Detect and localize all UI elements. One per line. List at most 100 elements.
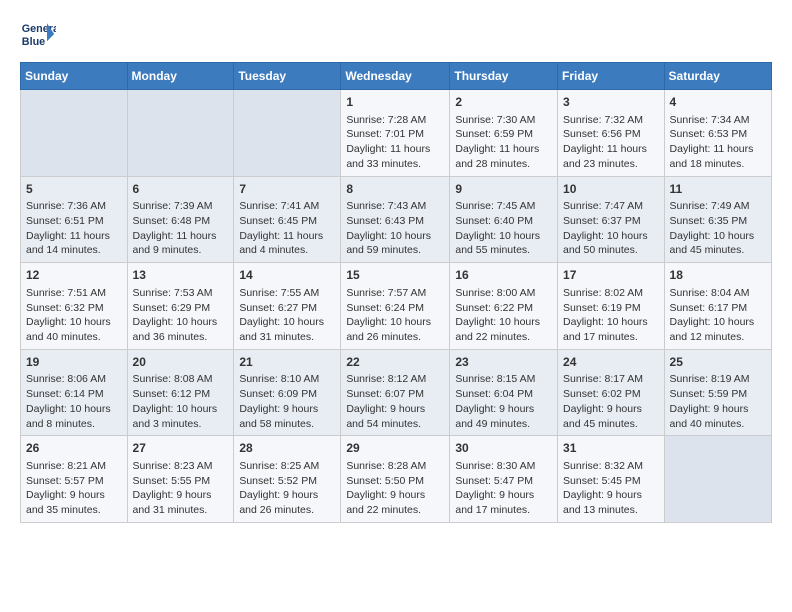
weekday-header: Tuesday (234, 63, 341, 90)
cell-text-line: Daylight: 10 hours (346, 315, 444, 330)
weekday-header: Friday (558, 63, 665, 90)
cell-text-line: Sunrise: 8:28 AM (346, 459, 444, 474)
weekday-header: Wednesday (341, 63, 450, 90)
cell-text-line: Daylight: 11 hours (133, 229, 229, 244)
cell-text-line: and 8 minutes. (26, 417, 122, 432)
day-number: 27 (133, 440, 229, 457)
cell-text-line: and 26 minutes. (239, 503, 335, 518)
page-header: General Blue (20, 16, 772, 52)
cell-text-line: Sunset: 6:32 PM (26, 301, 122, 316)
calendar-cell: 3Sunrise: 7:32 AMSunset: 6:56 PMDaylight… (558, 90, 665, 177)
cell-text-line: Sunset: 5:50 PM (346, 474, 444, 489)
cell-text-line: Daylight: 9 hours (670, 402, 766, 417)
cell-text-line: Sunset: 6:09 PM (239, 387, 335, 402)
cell-text-line: Daylight: 9 hours (563, 402, 659, 417)
cell-text-line: Sunrise: 7:32 AM (563, 113, 659, 128)
cell-text-line: Sunset: 6:27 PM (239, 301, 335, 316)
cell-text-line: Daylight: 9 hours (346, 488, 444, 503)
weekday-header: Saturday (664, 63, 771, 90)
cell-text-line: Sunset: 5:59 PM (670, 387, 766, 402)
cell-text-line: and 58 minutes. (239, 417, 335, 432)
cell-text-line: Sunset: 6:17 PM (670, 301, 766, 316)
weekday-header: Sunday (21, 63, 128, 90)
cell-text-line: Sunrise: 7:36 AM (26, 199, 122, 214)
day-number: 7 (239, 181, 335, 198)
cell-text-line: Sunset: 6:37 PM (563, 214, 659, 229)
cell-text-line: Sunrise: 7:57 AM (346, 286, 444, 301)
cell-text-line: Sunrise: 7:43 AM (346, 199, 444, 214)
cell-text-line: Daylight: 9 hours (239, 402, 335, 417)
cell-text-line: Sunset: 6:14 PM (26, 387, 122, 402)
cell-text-line: and 45 minutes. (563, 417, 659, 432)
calendar-cell: 7Sunrise: 7:41 AMSunset: 6:45 PMDaylight… (234, 176, 341, 263)
cell-text-line: Daylight: 9 hours (455, 402, 552, 417)
calendar-table: SundayMondayTuesdayWednesdayThursdayFrid… (20, 62, 772, 523)
day-number: 28 (239, 440, 335, 457)
cell-text-line: and 9 minutes. (133, 243, 229, 258)
day-number: 21 (239, 354, 335, 371)
cell-text-line: Sunrise: 8:00 AM (455, 286, 552, 301)
cell-text-line: Daylight: 10 hours (346, 229, 444, 244)
cell-text-line: and 23 minutes. (563, 157, 659, 172)
cell-text-line: Sunset: 6:07 PM (346, 387, 444, 402)
cell-text-line: Sunrise: 7:39 AM (133, 199, 229, 214)
day-number: 15 (346, 267, 444, 284)
cell-text-line: and 31 minutes. (239, 330, 335, 345)
cell-text-line: Sunrise: 8:06 AM (26, 372, 122, 387)
calendar-cell: 20Sunrise: 8:08 AMSunset: 6:12 PMDayligh… (127, 349, 234, 436)
calendar-cell: 27Sunrise: 8:23 AMSunset: 5:55 PMDayligh… (127, 436, 234, 523)
calendar-cell: 18Sunrise: 8:04 AMSunset: 6:17 PMDayligh… (664, 263, 771, 350)
day-number: 30 (455, 440, 552, 457)
cell-text-line: Sunrise: 7:34 AM (670, 113, 766, 128)
cell-text-line: Sunset: 6:43 PM (346, 214, 444, 229)
cell-text-line: Daylight: 11 hours (455, 142, 552, 157)
day-number: 29 (346, 440, 444, 457)
cell-text-line: Sunrise: 7:49 AM (670, 199, 766, 214)
cell-text-line: Daylight: 9 hours (455, 488, 552, 503)
calendar-cell (21, 90, 128, 177)
svg-text:Blue: Blue (22, 36, 45, 48)
day-number: 17 (563, 267, 659, 284)
day-number: 1 (346, 94, 444, 111)
day-number: 31 (563, 440, 659, 457)
calendar-cell: 5Sunrise: 7:36 AMSunset: 6:51 PMDaylight… (21, 176, 128, 263)
day-number: 13 (133, 267, 229, 284)
cell-text-line: and 36 minutes. (133, 330, 229, 345)
cell-text-line: Sunrise: 7:28 AM (346, 113, 444, 128)
day-number: 3 (563, 94, 659, 111)
cell-text-line: Sunset: 6:29 PM (133, 301, 229, 316)
cell-text-line: and 17 minutes. (563, 330, 659, 345)
cell-text-line: Sunrise: 7:53 AM (133, 286, 229, 301)
logo: General Blue (20, 16, 60, 52)
cell-text-line: Sunrise: 7:30 AM (455, 113, 552, 128)
cell-text-line: Sunrise: 7:45 AM (455, 199, 552, 214)
calendar-cell: 2Sunrise: 7:30 AMSunset: 6:59 PMDaylight… (450, 90, 558, 177)
cell-text-line: Daylight: 9 hours (346, 402, 444, 417)
day-number: 26 (26, 440, 122, 457)
cell-text-line: Sunrise: 8:21 AM (26, 459, 122, 474)
cell-text-line: Daylight: 9 hours (239, 488, 335, 503)
cell-text-line: Sunrise: 8:08 AM (133, 372, 229, 387)
logo-icon: General Blue (20, 16, 56, 52)
calendar-cell: 6Sunrise: 7:39 AMSunset: 6:48 PMDaylight… (127, 176, 234, 263)
cell-text-line: Daylight: 9 hours (563, 488, 659, 503)
cell-text-line: Sunrise: 8:15 AM (455, 372, 552, 387)
calendar-cell: 13Sunrise: 7:53 AMSunset: 6:29 PMDayligh… (127, 263, 234, 350)
cell-text-line: and 12 minutes. (670, 330, 766, 345)
cell-text-line: and 22 minutes. (455, 330, 552, 345)
cell-text-line: Sunset: 5:47 PM (455, 474, 552, 489)
cell-text-line: Sunset: 6:02 PM (563, 387, 659, 402)
cell-text-line: and 31 minutes. (133, 503, 229, 518)
calendar-week-row: 12Sunrise: 7:51 AMSunset: 6:32 PMDayligh… (21, 263, 772, 350)
cell-text-line: Sunset: 5:55 PM (133, 474, 229, 489)
day-number: 22 (346, 354, 444, 371)
day-number: 5 (26, 181, 122, 198)
calendar-cell: 16Sunrise: 8:00 AMSunset: 6:22 PMDayligh… (450, 263, 558, 350)
calendar-cell: 11Sunrise: 7:49 AMSunset: 6:35 PMDayligh… (664, 176, 771, 263)
cell-text-line: and 18 minutes. (670, 157, 766, 172)
cell-text-line: and 14 minutes. (26, 243, 122, 258)
day-number: 24 (563, 354, 659, 371)
cell-text-line: and 22 minutes. (346, 503, 444, 518)
day-number: 23 (455, 354, 552, 371)
calendar-week-row: 5Sunrise: 7:36 AMSunset: 6:51 PMDaylight… (21, 176, 772, 263)
